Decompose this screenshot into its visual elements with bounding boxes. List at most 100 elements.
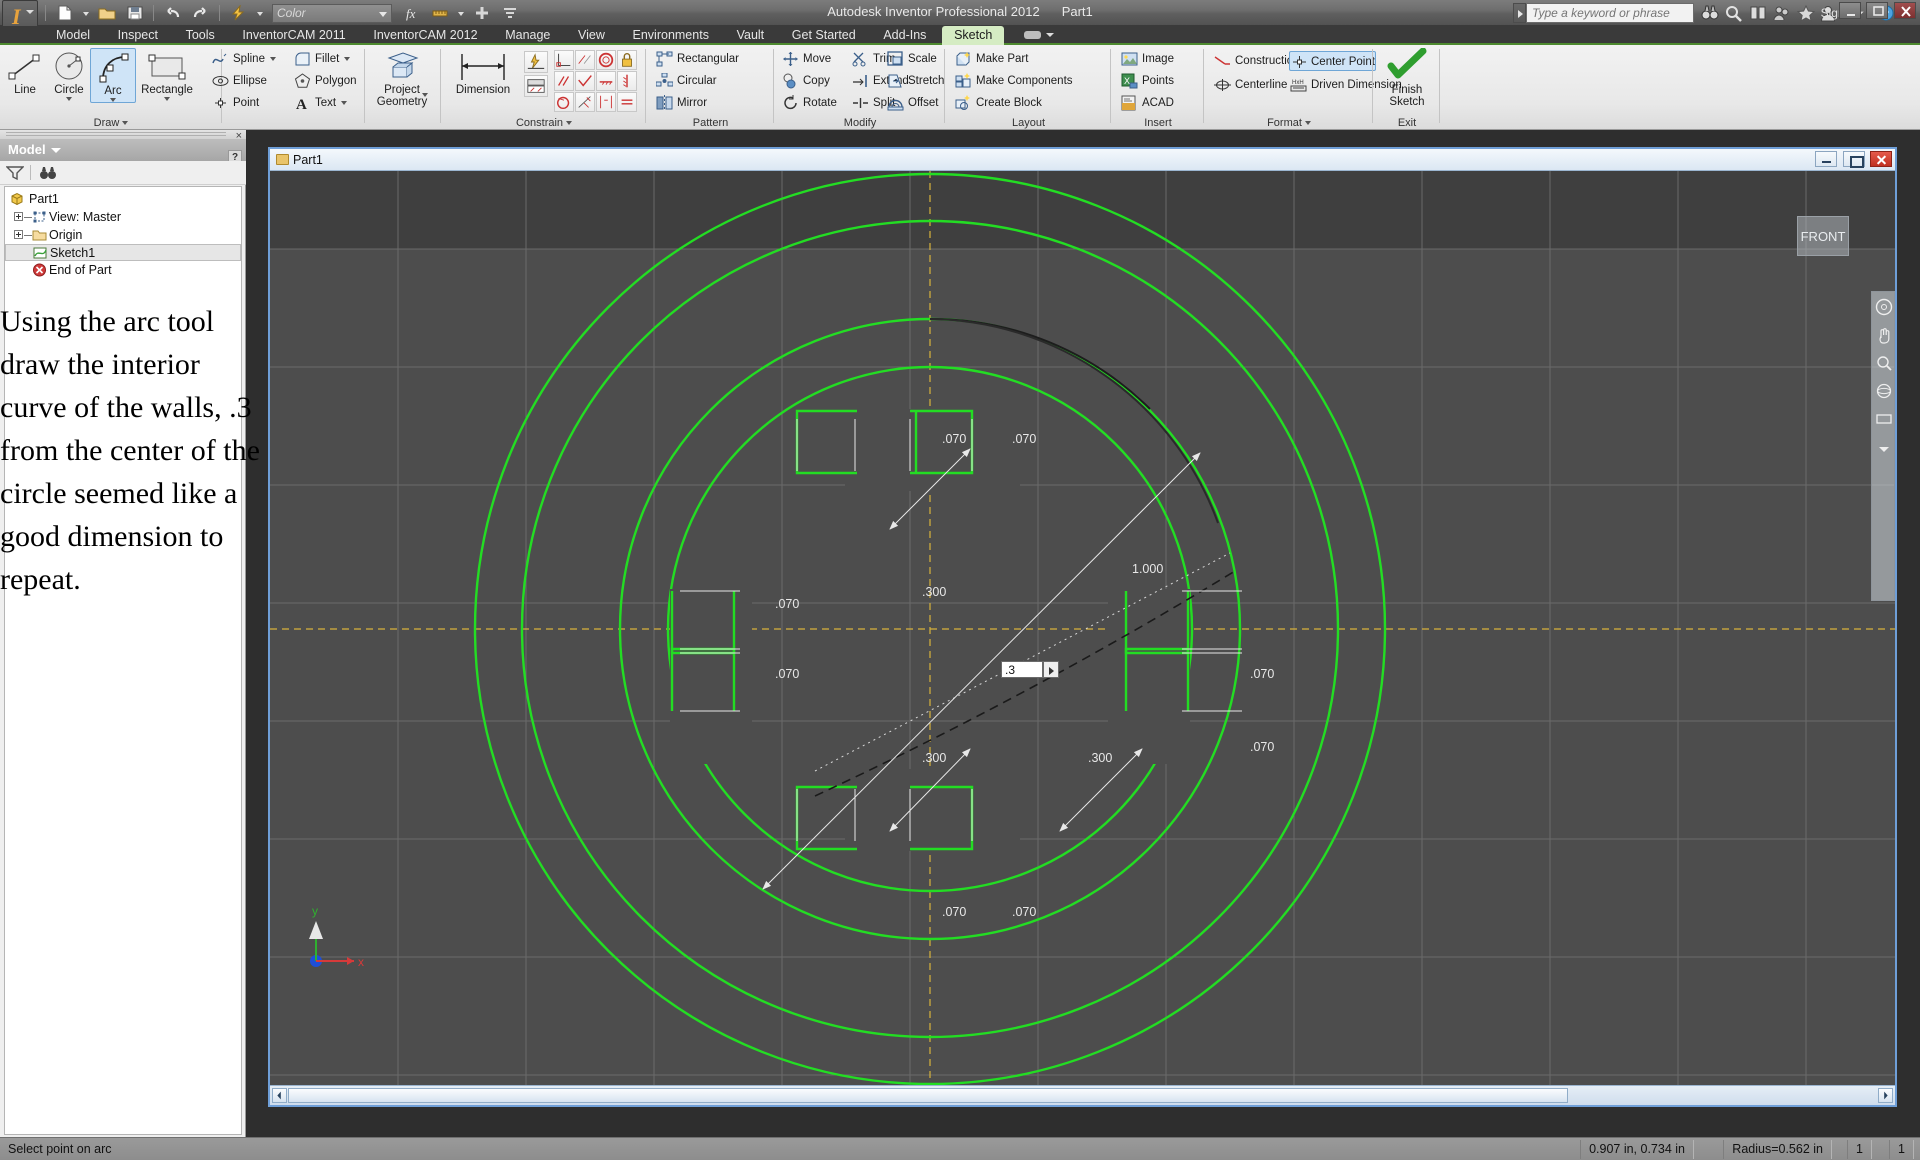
dimension-label[interactable]: .300 bbox=[922, 751, 946, 765]
browser-drag-grip[interactable]: × bbox=[0, 130, 246, 142]
dimension-label[interactable]: .070 bbox=[1250, 740, 1274, 754]
dimension-label[interactable]: .070 bbox=[942, 905, 966, 919]
dimension-label[interactable]: .300 bbox=[922, 585, 946, 599]
favorites-star-icon[interactable] bbox=[1796, 4, 1816, 22]
circular-pattern-button[interactable]: Circular bbox=[655, 71, 717, 91]
create-block-button[interactable]: Create Block bbox=[954, 93, 1042, 113]
zoom-icon[interactable] bbox=[1875, 354, 1893, 372]
dimension-label[interactable]: .070 bbox=[942, 432, 966, 446]
browser-header[interactable]: Model ? bbox=[0, 139, 246, 164]
construction-button[interactable]: Construction bbox=[1213, 51, 1300, 71]
scale-button[interactable]: Scale bbox=[886, 49, 937, 69]
line-tool-button[interactable]: Line bbox=[2, 48, 48, 96]
scroll-right-arrow[interactable] bbox=[1878, 1088, 1893, 1103]
expander-icon[interactable] bbox=[14, 212, 23, 221]
orbit-icon[interactable] bbox=[1875, 382, 1893, 400]
ribbon-display-options[interactable] bbox=[1022, 26, 1056, 45]
save-button[interactable] bbox=[123, 2, 147, 24]
help-book-icon[interactable] bbox=[1748, 4, 1768, 22]
coincident-constraint-button[interactable] bbox=[575, 71, 595, 91]
stretch-button[interactable]: Stretch bbox=[886, 71, 944, 91]
fix-constraint-button[interactable] bbox=[617, 50, 637, 70]
scroll-thumb[interactable] bbox=[288, 1088, 1568, 1103]
circle-tool-dropdown[interactable] bbox=[66, 97, 72, 101]
spline-dropdown[interactable] bbox=[269, 56, 276, 61]
close-button[interactable] bbox=[1894, 2, 1916, 19]
concentric-constraint-button[interactable] bbox=[554, 92, 574, 112]
auto-dimension-button[interactable] bbox=[524, 51, 548, 73]
rectangular-pattern-button[interactable]: Rectangular bbox=[655, 49, 739, 69]
offset-button[interactable]: Offset bbox=[886, 93, 938, 113]
community-icon[interactable] bbox=[1772, 4, 1792, 22]
update-button[interactable] bbox=[227, 2, 251, 24]
dimension-edit-dropdown[interactable] bbox=[1043, 661, 1059, 678]
tree-item-view-master[interactable]: View: Master bbox=[5, 208, 241, 226]
undo-button[interactable] bbox=[161, 2, 185, 24]
measure-dropdown[interactable] bbox=[455, 2, 466, 24]
dimension-label[interactable]: .070 bbox=[775, 597, 799, 611]
document-close-button[interactable] bbox=[1870, 151, 1892, 167]
equal-constraint-button[interactable] bbox=[617, 92, 637, 112]
filter-icon[interactable] bbox=[6, 165, 24, 181]
horizontal-constraint-button[interactable] bbox=[596, 71, 616, 91]
acad-button[interactable]: ACAD bbox=[1120, 93, 1174, 113]
point-button[interactable]: Point bbox=[211, 93, 259, 113]
parallel-constraint-button[interactable] bbox=[575, 50, 595, 70]
arc-tool-dropdown[interactable] bbox=[110, 98, 116, 102]
points-button[interactable]: X Points bbox=[1120, 71, 1174, 91]
search-input[interactable] bbox=[1526, 3, 1694, 23]
new-file-dropdown[interactable] bbox=[80, 2, 91, 24]
sketch-canvas[interactable]: y x .070 .070 .070 .070 .070 .070 .070 .… bbox=[270, 171, 1895, 1085]
document-minimize-button[interactable] bbox=[1815, 151, 1838, 167]
spline-button[interactable]: Spline bbox=[211, 49, 276, 69]
view-cube[interactable]: FRONT bbox=[1797, 216, 1849, 256]
tab-get-started[interactable]: Get Started bbox=[780, 26, 868, 45]
look-at-icon[interactable] bbox=[1875, 410, 1893, 428]
dimension-edit-box[interactable]: .3 bbox=[1001, 661, 1059, 678]
dimension-label[interactable]: .070 bbox=[775, 667, 799, 681]
horizontal-scrollbar[interactable] bbox=[270, 1085, 1895, 1105]
image-button[interactable]: Image bbox=[1120, 49, 1174, 69]
centerline-button[interactable]: Centerline bbox=[1213, 75, 1287, 95]
rectangle-tool-dropdown[interactable] bbox=[164, 97, 170, 101]
search-field[interactable] bbox=[1527, 4, 1693, 22]
document-window-title-bar[interactable]: Part1 bbox=[270, 149, 1895, 171]
text-button[interactable]: A Text bbox=[293, 93, 348, 113]
vertical-constraint-button[interactable] bbox=[617, 71, 637, 91]
polygon-button[interactable]: Polygon bbox=[293, 71, 357, 91]
tab-inventorcam-2011[interactable]: InventorCAM 2011 bbox=[230, 26, 357, 45]
measure-button[interactable] bbox=[428, 2, 452, 24]
make-part-button[interactable]: Make Part bbox=[954, 49, 1028, 69]
new-file-button[interactable] bbox=[53, 2, 77, 24]
project-geometry-button[interactable]: Project Geometry bbox=[369, 48, 435, 108]
tab-vault[interactable]: Vault bbox=[725, 26, 777, 45]
move-button[interactable]: Move bbox=[781, 49, 831, 69]
tab-tools[interactable]: Tools bbox=[174, 26, 227, 45]
document-maximize-button[interactable] bbox=[1842, 151, 1865, 168]
pan-icon[interactable] bbox=[1875, 326, 1893, 344]
rectangle-tool-button[interactable]: Rectangle bbox=[136, 48, 198, 101]
minimize-button[interactable] bbox=[1838, 2, 1861, 19]
tab-inspect[interactable]: Inspect bbox=[106, 26, 170, 45]
mirror-button[interactable]: Mirror bbox=[655, 93, 707, 113]
finish-sketch-button[interactable]: Finish Sketch bbox=[1378, 48, 1436, 108]
tree-item-end-of-part[interactable]: End of Part bbox=[5, 261, 241, 279]
dimension-label[interactable]: .070 bbox=[1012, 432, 1036, 446]
find-icon[interactable] bbox=[38, 165, 58, 181]
tree-item-part1[interactable]: Part1 bbox=[5, 190, 241, 208]
tangent-constraint-button[interactable] bbox=[596, 50, 616, 70]
text-dropdown[interactable] bbox=[341, 100, 348, 105]
color-selector[interactable]: Color bbox=[272, 4, 392, 23]
project-geometry-dropdown[interactable] bbox=[422, 93, 428, 97]
full-navigation-wheel-icon[interactable] bbox=[1875, 298, 1893, 316]
search-binoculars-icon[interactable] bbox=[1700, 4, 1720, 22]
dimension-label[interactable]: .070 bbox=[1250, 667, 1274, 681]
arc-tool-button[interactable]: Arc bbox=[90, 48, 136, 103]
parameters-button[interactable]: fx bbox=[400, 2, 424, 24]
tree-item-sketch1[interactable]: Sketch1 bbox=[5, 244, 241, 261]
navigation-dropdown-icon[interactable] bbox=[1875, 440, 1893, 458]
circle-tool-button[interactable]: Circle bbox=[46, 48, 92, 101]
maximize-button[interactable] bbox=[1866, 2, 1889, 19]
center-point-button[interactable]: Center Point bbox=[1289, 51, 1376, 71]
copy-button[interactable]: Copy bbox=[781, 71, 830, 91]
